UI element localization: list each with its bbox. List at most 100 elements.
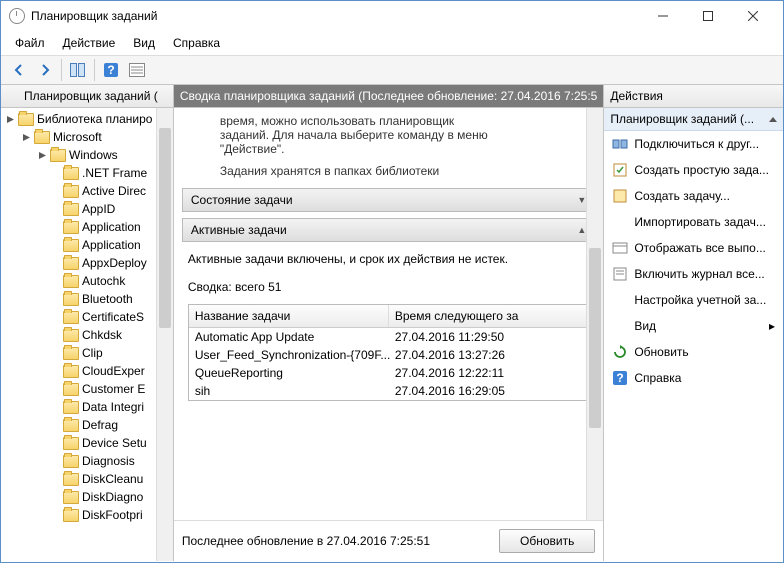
- action-refresh[interactable]: Обновить: [604, 339, 783, 365]
- folder-icon: [34, 131, 50, 144]
- tree-item[interactable]: Diagnosis: [3, 452, 171, 470]
- task-icon: [612, 188, 628, 204]
- table-row[interactable]: sih27.04.2016 16:29:05: [189, 382, 588, 400]
- tree-label: Chkdsk: [82, 328, 122, 342]
- tasks-table: Название задачи Время следующего за Auto…: [188, 304, 589, 401]
- tree-item[interactable]: Customer E: [3, 380, 171, 398]
- tree-label: Active Direc: [82, 184, 146, 198]
- tree-label: Data Integri: [82, 400, 144, 414]
- tree-label: Device Setu: [82, 436, 147, 450]
- tree-label: AppxDeploy: [82, 256, 147, 270]
- folder-icon: [63, 329, 79, 342]
- chevron-down-icon[interactable]: [21, 132, 32, 143]
- tree-scrollbar[interactable]: [156, 108, 173, 561]
- tree-item[interactable]: Device Setu: [3, 434, 171, 452]
- action-label: Включить журнал все...: [634, 267, 764, 281]
- minimize-button[interactable]: [640, 2, 685, 30]
- toolbar: ?: [1, 56, 783, 85]
- action-log[interactable]: Включить журнал все...: [604, 261, 783, 287]
- section-label: Активные задачи: [191, 223, 287, 237]
- folder-icon: [63, 239, 79, 252]
- tree-microsoft[interactable]: Microsoft: [3, 128, 171, 146]
- col-time[interactable]: Время следующего за: [389, 305, 588, 327]
- menu-file[interactable]: Файл: [7, 33, 53, 53]
- tree-item[interactable]: DiskFootpri: [3, 506, 171, 524]
- action-import[interactable]: Импортировать задач...: [604, 209, 783, 235]
- actions-subheader-label: Планировщик заданий (...: [610, 112, 754, 126]
- tree-item[interactable]: .NET Frame: [3, 164, 171, 182]
- back-button[interactable]: [7, 59, 31, 81]
- tree-windows[interactable]: Windows: [3, 146, 171, 164]
- chevron-up-icon: ▲: [577, 225, 586, 235]
- tree-item[interactable]: DiskCleanu: [3, 470, 171, 488]
- panes-button[interactable]: [66, 59, 90, 81]
- folder-icon: [63, 509, 79, 522]
- actions-panel: Действия Планировщик заданий (... Подклю…: [604, 85, 783, 561]
- table-row[interactable]: QueueReporting27.04.2016 12:22:11: [189, 364, 588, 382]
- summary-scrollbar[interactable]: [586, 108, 603, 520]
- action-view[interactable]: Вид▸: [604, 313, 783, 339]
- tree-item[interactable]: Application: [3, 218, 171, 236]
- forward-button[interactable]: [33, 59, 57, 81]
- tree-item[interactable]: Bluetooth: [3, 290, 171, 308]
- folder-icon: [63, 203, 79, 216]
- chevron-down-icon[interactable]: [37, 150, 48, 161]
- log-icon: [612, 266, 628, 282]
- chevron-down-icon[interactable]: [5, 114, 16, 125]
- section-status[interactable]: Состояние задачи ▼: [182, 188, 595, 212]
- maximize-button[interactable]: [685, 2, 730, 30]
- refresh-button[interactable]: Обновить: [499, 529, 595, 553]
- tree-item[interactable]: Data Integri: [3, 398, 171, 416]
- folder-icon: [50, 149, 66, 162]
- tree-item[interactable]: Active Direc: [3, 182, 171, 200]
- last-update-label: Последнее обновление в 27.04.2016 7:25:5…: [182, 534, 430, 548]
- scrollbar-thumb[interactable]: [159, 128, 171, 328]
- title-bar: Планировщик заданий: [1, 1, 783, 31]
- summary-footer: Последнее обновление в 27.04.2016 7:25:5…: [174, 520, 603, 561]
- tree-item[interactable]: Application: [3, 236, 171, 254]
- folder-icon: [63, 185, 79, 198]
- table-row[interactable]: Automatic App Update27.04.2016 11:29:50: [189, 328, 588, 346]
- action-connect[interactable]: Подключиться к друг...: [604, 131, 783, 157]
- tree-item[interactable]: Clip: [3, 344, 171, 362]
- action-task-simple[interactable]: Создать простую зада...: [604, 157, 783, 183]
- tree-root[interactable]: Библиотека планиро: [3, 110, 171, 128]
- col-name[interactable]: Название задачи: [189, 305, 389, 327]
- menu-action[interactable]: Действие: [55, 33, 124, 53]
- folder-icon: [63, 473, 79, 486]
- tree-item[interactable]: AppxDeploy: [3, 254, 171, 272]
- tree-item[interactable]: Chkdsk: [3, 326, 171, 344]
- tree[interactable]: Библиотека планиро Microsoft Windows .NE…: [1, 108, 173, 561]
- action-label: Подключиться к друг...: [634, 137, 759, 151]
- tree-item[interactable]: AppID: [3, 200, 171, 218]
- tree-label: AppID: [82, 202, 115, 216]
- task-name: Automatic App Update: [195, 330, 395, 344]
- action-account[interactable]: Настройка учетной за...: [604, 287, 783, 313]
- close-button[interactable]: [730, 2, 775, 30]
- section-active[interactable]: Активные задачи ▲: [182, 218, 595, 242]
- menu-help[interactable]: Справка: [165, 33, 228, 53]
- refresh-icon: [612, 344, 628, 360]
- summary-count: Сводка: всего 51: [188, 280, 589, 294]
- properties-button[interactable]: [125, 59, 149, 81]
- tree-label: Diagnosis: [82, 454, 135, 468]
- tree-item[interactable]: DiskDiagno: [3, 488, 171, 506]
- action-help[interactable]: ?Справка: [604, 365, 783, 391]
- task-time: 27.04.2016 16:29:05: [395, 384, 582, 398]
- view-icon: [612, 318, 628, 334]
- action-task[interactable]: Создать задачу...: [604, 183, 783, 209]
- action-show[interactable]: Отображать все выпо...: [604, 235, 783, 261]
- menu-view[interactable]: Вид: [125, 33, 163, 53]
- chevron-up-icon[interactable]: [769, 117, 777, 122]
- table-row[interactable]: User_Feed_Synchronization-{709F...27.04.…: [189, 346, 588, 364]
- folder-icon: [63, 365, 79, 378]
- help-button[interactable]: ?: [99, 59, 123, 81]
- scrollbar-thumb[interactable]: [589, 248, 601, 428]
- tree-item[interactable]: CertificateS: [3, 308, 171, 326]
- svg-text:?: ?: [107, 63, 114, 77]
- tree-item[interactable]: CloudExper: [3, 362, 171, 380]
- tree-item[interactable]: Autochk: [3, 272, 171, 290]
- tree-item[interactable]: Defrag: [3, 416, 171, 434]
- folder-icon: [63, 167, 79, 180]
- tree-panel: Планировщик заданий ( Библиотека планиро…: [1, 85, 174, 561]
